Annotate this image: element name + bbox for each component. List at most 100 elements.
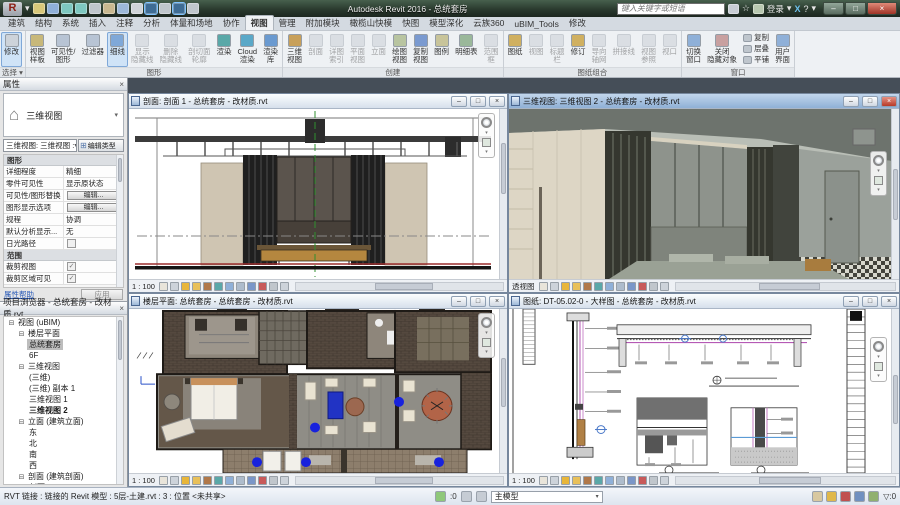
detail-level-icon[interactable] [170, 282, 179, 291]
measure-icon[interactable] [103, 3, 115, 14]
section-window-title-bar[interactable]: 剖面: 剖面 1 - 总统套房 - 改材质.rvt – □ × [129, 94, 507, 109]
scale-label[interactable]: 1 : 100 [132, 282, 155, 291]
sheet-drawing[interactable] [509, 309, 891, 473]
tree-item[interactable]: 总统套房 [4, 339, 123, 350]
redo-icon[interactable] [75, 3, 87, 14]
sun-path-icon[interactable] [192, 476, 201, 485]
aligned-dimension-icon[interactable] [117, 3, 129, 14]
select-toggle-icon[interactable] [868, 491, 879, 502]
app-close-button[interactable]: × [867, 2, 897, 15]
search-binoculars-icon[interactable] [728, 4, 739, 14]
tab-橄榄山快模[interactable]: 橄榄山快模 [345, 16, 398, 30]
prop-section-header[interactable]: 范围 [4, 250, 123, 261]
revit-logo-icon[interactable]: R [3, 2, 22, 16]
shadows-icon[interactable] [583, 282, 592, 291]
temporary-hide-icon[interactable] [247, 282, 256, 291]
ribbon-button-修改[interactable]: 修改 [1, 32, 22, 67]
reveal-hidden-icon[interactable] [638, 476, 647, 485]
nav-caret-icon[interactable]: ▾ [485, 350, 488, 354]
expander-icon[interactable]: ⊟ [17, 363, 26, 371]
scale-icon[interactable] [539, 282, 548, 291]
favorites-star-icon[interactable]: ☆ [742, 3, 750, 14]
ribbon-button-渲染库[interactable]: 渲染 库 [260, 32, 281, 67]
temporary-hide-icon[interactable] [627, 476, 636, 485]
nav-caret-icon[interactable]: ▾ [877, 374, 880, 378]
show-crop-icon[interactable] [236, 282, 245, 291]
close-hidden-icon[interactable] [187, 3, 199, 14]
help-caret-icon[interactable]: ▾ [811, 3, 816, 14]
save-icon[interactable] [47, 3, 59, 14]
nav-caret-icon[interactable]: ▾ [485, 150, 488, 154]
section-vertical-scrollbar[interactable] [499, 109, 507, 279]
ribbon-button-图例[interactable]: 图例 [431, 32, 452, 67]
properties-close-icon[interactable]: × [119, 80, 124, 89]
sheet-vertical-scrollbar[interactable] [891, 309, 899, 473]
ribbon-button-过滤器[interactable]: 过滤器 [78, 32, 107, 67]
visual-style-icon[interactable] [561, 282, 570, 291]
ribbon-button-范围框[interactable]: 范围 框 [481, 32, 502, 67]
tab-视图[interactable]: 视图 [245, 15, 274, 30]
tree-item[interactable]: 北 [4, 438, 123, 449]
plan-restore-button[interactable]: □ [470, 296, 486, 307]
plan-minimize-button[interactable]: – [451, 296, 467, 307]
ribbon-button-导向轴网[interactable]: 导向 轴网 [589, 32, 610, 67]
crop-view-icon[interactable] [605, 476, 614, 485]
tab-注释[interactable]: 注释 [111, 16, 138, 30]
tab-附加模块[interactable]: 附加模块 [301, 16, 345, 30]
ribbon-button-切换窗口[interactable]: 切换 窗口 [683, 32, 704, 67]
sign-in-label[interactable]: 登录 [767, 3, 784, 15]
nav-caret-icon[interactable]: ▾ [877, 355, 880, 359]
render-icon[interactable] [214, 282, 223, 291]
sun-path-icon[interactable] [572, 476, 581, 485]
3d-canvas[interactable]: ▾ ▾ [509, 109, 899, 279]
worksharing-display-icon[interactable] [280, 282, 289, 291]
ribbon-button-绘图视图[interactable]: 绘图 视图 [389, 32, 410, 67]
detail-level-icon[interactable] [550, 476, 559, 485]
scale-icon[interactable] [159, 476, 168, 485]
tree-item[interactable]: (三维) 副本 1 [4, 383, 123, 394]
app-title-bar[interactable]: R ▾ Autodesk Revit 2016 - 总统套房 ☆ 登录 ▾ X … [0, 0, 900, 17]
worksharing-display-icon[interactable] [660, 282, 669, 291]
zoom-icon[interactable] [482, 138, 491, 147]
tab-系统[interactable]: 系统 [57, 16, 84, 30]
ribbon-button-可见性/图形[interactable]: 可见性/ 图形 [48, 32, 79, 67]
prop-section-header[interactable]: 图形 [4, 155, 123, 166]
type-selector-dropdown[interactable]: 三维视图: 三维视图 : ▾ [3, 139, 77, 152]
print-icon[interactable] [89, 3, 101, 14]
tree-item[interactable]: 三维视图 2 [4, 405, 123, 416]
ribbon-button-复制[interactable]: 复制 [740, 33, 772, 43]
filter-count[interactable]: ▽:0 [883, 492, 896, 501]
nav-caret-icon[interactable]: ▾ [485, 331, 488, 335]
type-preview[interactable]: ⌂ 三维视图 ▾ [3, 93, 124, 137]
detail-level-icon[interactable] [550, 282, 559, 291]
plan-navigation-bar[interactable]: ▾ ▾ [478, 313, 495, 358]
section-canvas[interactable]: ▾ ▾ [129, 109, 507, 279]
show-crop-icon[interactable] [236, 476, 245, 485]
render-icon[interactable] [594, 476, 603, 485]
nav-caret-icon[interactable]: ▾ [877, 169, 880, 173]
section-restore-button[interactable]: □ [470, 96, 486, 107]
sun-path-icon[interactable] [572, 282, 581, 291]
reveal-hidden-icon[interactable] [638, 282, 647, 291]
3d-navigation-bar[interactable]: ▾ ▾ [870, 151, 887, 196]
3d-close-button[interactable]: × [881, 96, 897, 107]
ribbon-button-关闭隐藏对象[interactable]: 关闭 隐藏对象 [704, 32, 740, 67]
visual-style-icon[interactable] [181, 282, 190, 291]
app-minimize-button[interactable]: – [823, 2, 844, 15]
ribbon-button-Cloud渲染[interactable]: Cloud 渲染 [234, 32, 260, 67]
ribbon-button-立面[interactable]: 立面 [368, 32, 389, 67]
ribbon-button-明细表[interactable]: 明细表 [452, 32, 481, 67]
links-icon[interactable] [476, 491, 487, 502]
checkbox[interactable]: ✓ [67, 274, 76, 283]
help-icon[interactable]: ? [803, 4, 808, 14]
exchange-apps-icon[interactable]: X [794, 4, 800, 14]
section-icon[interactable] [159, 3, 171, 14]
worksharing-display-icon[interactable] [280, 476, 289, 485]
tab-uBIM_Tools[interactable]: uBIM_Tools [509, 18, 563, 30]
ribbon-button-视图[interactable]: 视图 [526, 32, 547, 67]
temporary-hide-icon[interactable] [627, 282, 636, 291]
ribbon-button-拼接线[interactable]: 拼接线 [610, 32, 639, 67]
project-browser-header[interactable]: 项目浏览器 - 总统套房 - 改材质.rvt × [0, 302, 127, 315]
tree-item[interactable]: ⊟楼层平面 [4, 328, 123, 339]
checkbox[interactable] [67, 239, 76, 248]
